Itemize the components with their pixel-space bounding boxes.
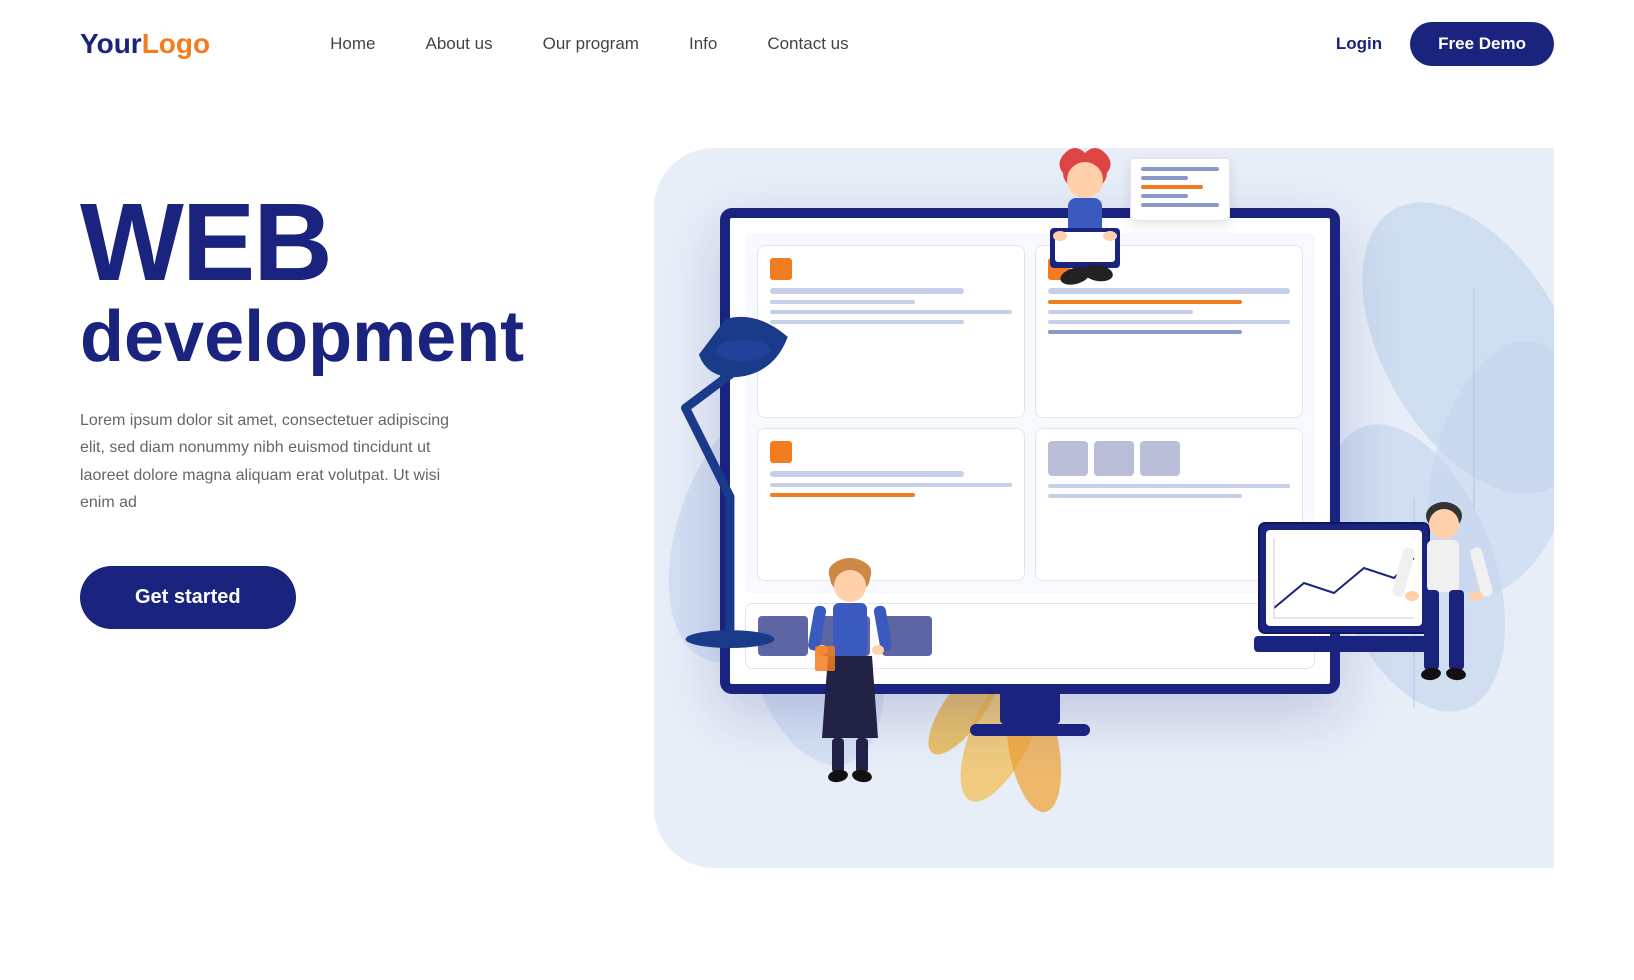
login-button[interactable]: Login <box>1336 34 1382 54</box>
person-standing-right <box>1394 498 1494 743</box>
card-line <box>1048 484 1290 488</box>
logo-your: Your <box>80 28 142 60</box>
nav-item-about[interactable]: About us <box>425 34 492 54</box>
nav-right: Login Free Demo <box>1336 22 1554 66</box>
hero-section: WEB development Lorem ipsum dolor sit am… <box>0 88 1634 948</box>
nav-item-program[interactable]: Our program <box>543 34 639 54</box>
hero-left: WEB development Lorem ipsum dolor sit am… <box>80 128 560 629</box>
monitor-base <box>970 724 1090 736</box>
logo[interactable]: YourLogo <box>80 28 210 60</box>
card-line <box>1048 330 1242 334</box>
nav-links: Home About us Our program Info Contact u… <box>330 34 1336 54</box>
hero-title-web: WEB <box>80 188 560 298</box>
nav-item-contact[interactable]: Contact us <box>767 34 848 54</box>
desk-lamp <box>640 248 820 653</box>
get-started-button[interactable]: Get started <box>80 566 296 629</box>
nav-item-home[interactable]: Home <box>330 34 375 54</box>
doc-line <box>1141 167 1219 171</box>
hero-illustration <box>600 128 1554 948</box>
hero-description: Lorem ipsum dolor sit amet, consectetuer… <box>80 407 460 516</box>
person-standing-left <box>800 558 900 793</box>
monitor-stand <box>1000 694 1060 724</box>
nav-item-info[interactable]: Info <box>689 34 717 54</box>
card-line <box>1048 320 1290 324</box>
doc-line <box>1141 185 1203 189</box>
card-line <box>1048 494 1242 498</box>
doc-line <box>1141 203 1219 207</box>
free-demo-button[interactable]: Free Demo <box>1410 22 1554 66</box>
navbar: YourLogo Home About us Our program Info … <box>0 0 1634 88</box>
logo-logo: Logo <box>142 28 210 60</box>
person-sitting <box>1020 148 1150 313</box>
hero-title-development: development <box>80 298 560 377</box>
